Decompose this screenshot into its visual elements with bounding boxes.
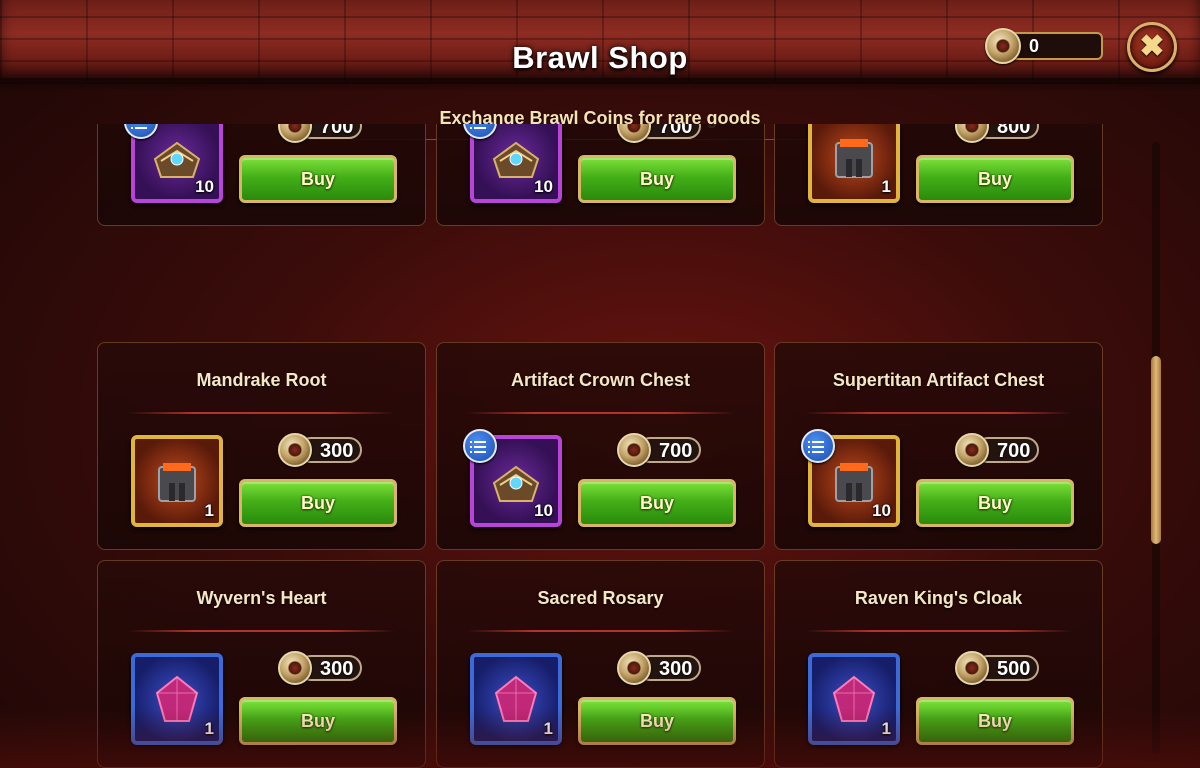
brawl-coin-icon bbox=[617, 124, 651, 143]
brawl-coin-icon bbox=[955, 124, 989, 143]
shop-grid: Artifact Seal Chest10700BuyGleaming Seal… bbox=[97, 124, 1105, 768]
item-icon[interactable]: 1 bbox=[470, 653, 562, 745]
brawl-coin-icon bbox=[617, 651, 651, 685]
price-amount: 300 bbox=[320, 440, 354, 462]
balance-value: 0 bbox=[1029, 36, 1040, 56]
item-divider bbox=[467, 630, 734, 632]
item-icon[interactable]: 1 bbox=[131, 435, 223, 527]
buy-button[interactable]: Buy bbox=[916, 155, 1074, 203]
price-amount: 500 bbox=[997, 658, 1031, 680]
buy-button[interactable]: Buy bbox=[239, 479, 397, 527]
brawl-coin-icon bbox=[278, 433, 312, 467]
buy-button[interactable]: Buy bbox=[239, 697, 397, 745]
contents-list-icon[interactable] bbox=[801, 429, 835, 463]
item-price: 700 bbox=[278, 124, 364, 143]
brawl-coin-icon bbox=[278, 124, 312, 143]
item-quantity: 10 bbox=[195, 177, 214, 196]
item-name: Artifact Crown Chest bbox=[510, 370, 690, 390]
price-amount: 800 bbox=[997, 124, 1031, 138]
item-price: 700 bbox=[617, 433, 703, 467]
price-amount: 700 bbox=[659, 124, 693, 138]
buy-button[interactable]: Buy bbox=[578, 479, 736, 527]
buy-button[interactable]: Buy bbox=[239, 155, 397, 203]
item-icon[interactable]: 1 bbox=[808, 653, 900, 745]
item-icon[interactable]: 1 bbox=[808, 124, 900, 203]
buy-button[interactable]: Buy bbox=[578, 697, 736, 745]
item-name: Supertitan Artifact Chest bbox=[832, 370, 1045, 390]
shop-item-card: Wyvern's Heart 1 300 Buy bbox=[97, 560, 426, 768]
item-quantity: 10 bbox=[872, 501, 891, 520]
item-divider bbox=[128, 412, 395, 414]
brawl-coin-icon bbox=[955, 433, 989, 467]
item-price: 500 bbox=[955, 651, 1041, 685]
price-amount: 700 bbox=[997, 440, 1031, 462]
item-quantity: 10 bbox=[534, 501, 553, 520]
brawl-coin-balance: 0 bbox=[985, 28, 1103, 64]
brawl-coin-icon bbox=[955, 651, 989, 685]
item-quantity: 1 bbox=[543, 719, 553, 738]
item-price: 300 bbox=[278, 651, 364, 685]
shop-item-card: Mandrake Root 1 300 Buy bbox=[97, 342, 426, 550]
item-divider bbox=[805, 630, 1072, 632]
item-price: 300 bbox=[617, 651, 703, 685]
item-quantity: 1 bbox=[204, 501, 214, 520]
brawl-coin-icon bbox=[985, 28, 1021, 64]
item-divider bbox=[805, 412, 1072, 414]
item-quantity: 1 bbox=[881, 719, 891, 738]
shop-item-card: Raven King's Cloak 1 500 Buy bbox=[774, 560, 1103, 768]
item-price: 300 bbox=[278, 433, 364, 467]
item-divider bbox=[128, 630, 395, 632]
item-name: Wyvern's Heart bbox=[196, 588, 327, 608]
item-art-icon bbox=[826, 129, 882, 185]
item-quantity: 1 bbox=[881, 177, 891, 196]
buy-button[interactable]: Buy bbox=[916, 479, 1074, 527]
brawl-coin-icon bbox=[278, 651, 312, 685]
item-price: 700 bbox=[955, 433, 1041, 467]
shop-item-card: Artifact Seal Chest10700Buy bbox=[97, 124, 426, 226]
item-divider bbox=[467, 412, 734, 414]
brawl-coin-icon bbox=[617, 433, 651, 467]
item-art-icon bbox=[149, 453, 205, 509]
item-price: 700 bbox=[617, 124, 703, 143]
shop-item-card: Sacred Rosary 1 300 Buy bbox=[436, 560, 765, 768]
close-button[interactable]: ✖ bbox=[1127, 22, 1177, 72]
buy-button[interactable]: Buy bbox=[578, 155, 736, 203]
price-amount: 700 bbox=[659, 440, 693, 462]
item-name: Raven King's Cloak bbox=[854, 588, 1023, 608]
item-icon[interactable]: 1 bbox=[131, 653, 223, 745]
shop-item-card: Supertitan Artifact Chest 10 700 Buy bbox=[774, 342, 1103, 550]
item-art-icon bbox=[826, 671, 882, 727]
item-art-icon bbox=[149, 671, 205, 727]
price-amount: 700 bbox=[320, 124, 354, 138]
shop-item-card: Artifact Crown Chest 10 700 Buy bbox=[436, 342, 765, 550]
price-amount: 300 bbox=[320, 658, 354, 680]
item-quantity: 1 bbox=[204, 719, 214, 738]
buy-button[interactable]: Buy bbox=[916, 697, 1074, 745]
price-amount: 300 bbox=[659, 658, 693, 680]
item-price: 800 bbox=[955, 124, 1041, 143]
shop-item-card: Gleaming Seal Chest10700Buy bbox=[436, 124, 765, 226]
item-art-icon bbox=[488, 671, 544, 727]
item-quantity: 10 bbox=[534, 177, 553, 196]
shop-item-card: Titan Brawl Box1800Buy bbox=[774, 124, 1103, 226]
item-name: Sacred Rosary bbox=[537, 588, 664, 608]
scrollbar-thumb[interactable] bbox=[1151, 356, 1161, 544]
item-name: Mandrake Root bbox=[196, 370, 327, 390]
contents-list-icon[interactable] bbox=[463, 429, 497, 463]
